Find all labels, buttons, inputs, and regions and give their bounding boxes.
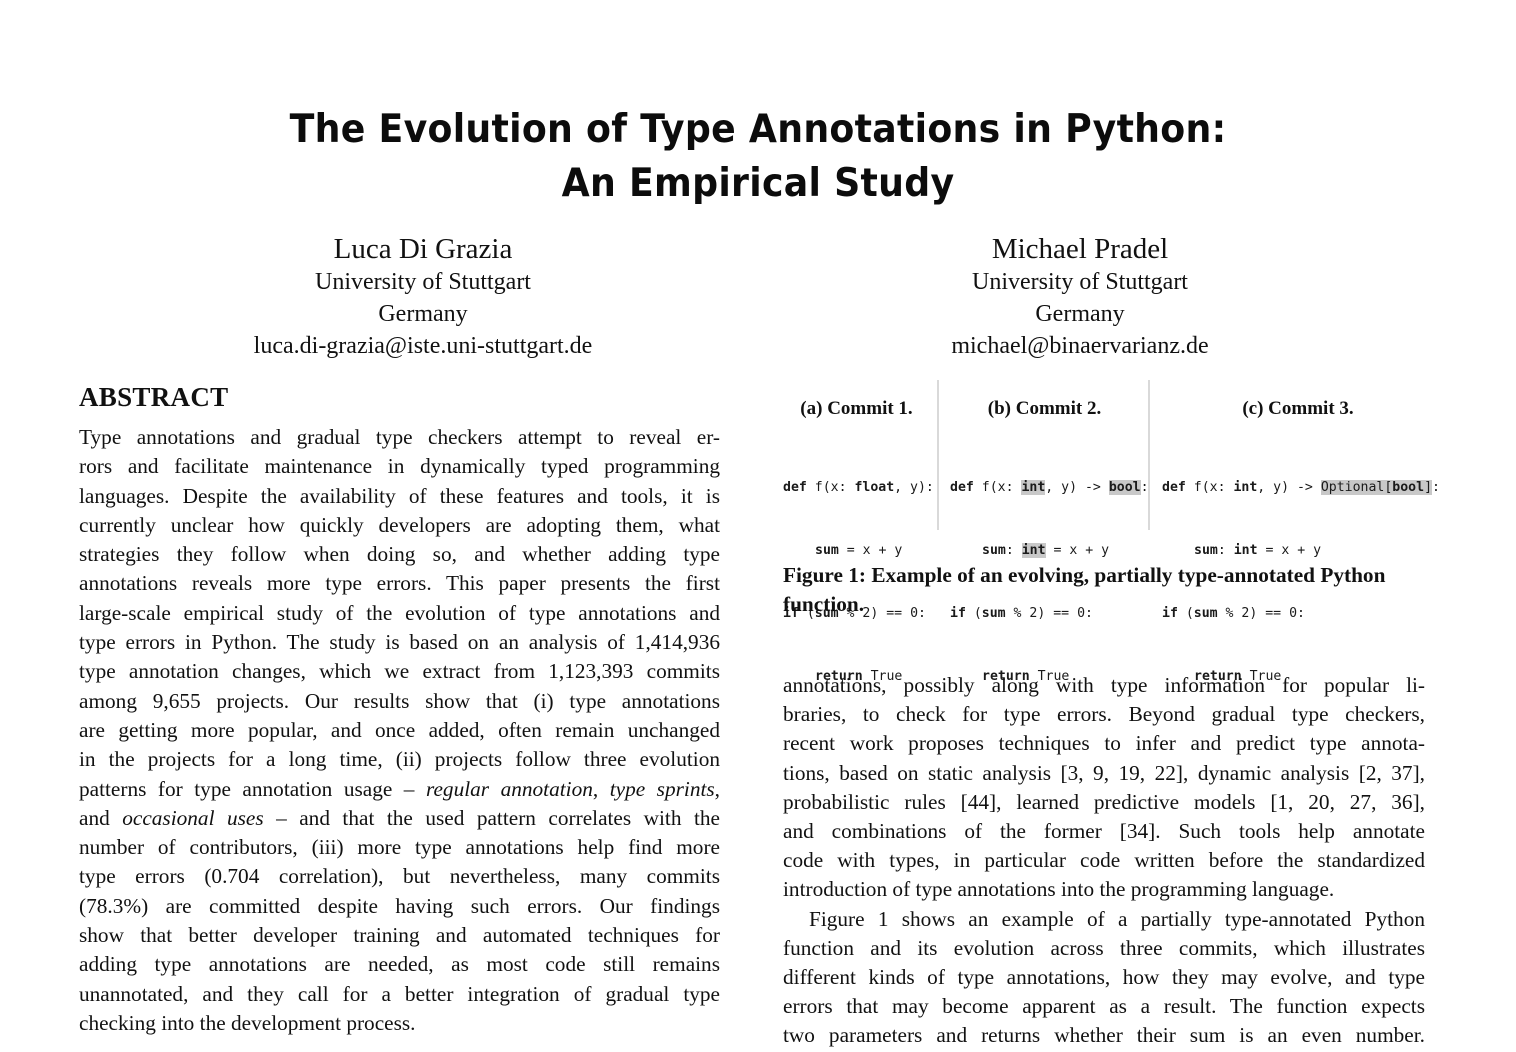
abstract-line: are getting more popular, and once added…: [79, 717, 720, 742]
figure-panel-commit-3: (c) Commit 3. def f(x: int, y) -> Option…: [1148, 380, 1446, 684]
code-line: sum = x + y: [783, 540, 934, 561]
code-line: def f(x: float, y):: [783, 477, 934, 498]
emphasis-term: regular annotation: [425, 776, 593, 801]
emphasis-term: type sprints: [609, 776, 715, 801]
body-line: function and its evolution across three …: [783, 935, 1425, 960]
author-email[interactable]: luca.di-grazia@iste.uni-stuttgart.de: [143, 330, 703, 362]
title-line-1: The Evolution of Type Annotations in Pyt…: [289, 107, 1227, 152]
abstract-line: (78.3%) are committed despite having suc…: [79, 893, 720, 918]
abstract-line: show that better developer training and …: [79, 923, 720, 948]
abstract-heading: ABSTRACT: [79, 382, 229, 412]
body-text: annotations, possibly along with type in…: [783, 671, 1425, 1051]
abstract-line: patterns for type annotation usage – reg…: [79, 775, 720, 804]
body-line: tions, based on static analysis [3, 9, 1…: [783, 760, 1425, 785]
body-line: errors that may become apparent as a res…: [783, 994, 1425, 1019]
abstract-line: number of contributors, (iii) more type …: [79, 835, 720, 860]
abstract-line: adding type annotations are needed, as m…: [79, 952, 720, 977]
code-text: = x + y: [1045, 543, 1110, 558]
code-type: bool: [1392, 480, 1425, 495]
text-run: ,: [592, 776, 610, 801]
figure-panel-commit-2: (b) Commit 2. def f(x: int, y) -> bool: …: [937, 380, 1150, 684]
code-line: sum: int = x + y: [1162, 540, 1440, 561]
body-line: annotations, possibly along with type in…: [783, 673, 1425, 697]
code-keyword: sum: [815, 543, 839, 558]
code-line: def f(x: int, y) -> Optional[bool]:: [1162, 477, 1440, 498]
code-line: sum: int = x + y: [950, 540, 1149, 561]
code-keyword: def: [783, 480, 807, 495]
author-country: Germany: [1035, 301, 1125, 327]
code-text: , y) ->: [1257, 480, 1321, 495]
author-block: Michael Pradel University of Stuttgart G…: [800, 232, 1360, 362]
body-line: recent work proposes techniques to infer…: [783, 731, 1425, 756]
abstract-line: strategies they follow when doing so, an…: [79, 542, 720, 567]
highlighted-type: bool: [1108, 480, 1141, 495]
abstract-line: large-scale empirical study of the evolu…: [79, 600, 720, 625]
abstract-line: languages. Despite the availability of t…: [79, 483, 720, 508]
author-affiliation: University of Stuttgart: [972, 269, 1188, 295]
abstract-line: type errors (0.704 correlation), but nev…: [79, 864, 720, 889]
figure-panel-commit-1: (a) Commit 1. def f(x: float, y): sum = …: [783, 380, 936, 684]
highlighted-type: int: [1021, 480, 1046, 495]
abstract-line: Type annotations and gradual type checke…: [79, 425, 720, 449]
text-run: – and that the used pattern correlates w…: [263, 805, 720, 830]
code-text: = x + y: [1257, 543, 1322, 558]
highlighted-type: int: [1021, 543, 1046, 558]
abstract-line: checking into the development process.: [79, 1010, 416, 1035]
body-line: two parameters and returns whether their…: [783, 1023, 1425, 1048]
author-affiliation: University of Stuttgart: [315, 269, 531, 295]
abstract-text: Type annotations and gradual type checke…: [79, 423, 720, 1038]
highlighted-type: Optional[bool]: [1320, 480, 1433, 495]
body-line: probabilistic rules [44], learned predic…: [783, 789, 1425, 814]
code-text: :: [1432, 480, 1440, 495]
body-line: code with types, in particular code writ…: [783, 848, 1425, 873]
text-run: and: [79, 805, 123, 830]
title-line-2: An Empirical Study: [561, 161, 955, 206]
code-text: , y):: [894, 480, 934, 495]
abstract-line: and occasional uses – and that the used …: [79, 804, 720, 833]
paper-title: The Evolution of Type Annotations in Pyt…: [53, 103, 1463, 211]
abstract-line: unannotated, and they call for a better …: [79, 981, 720, 1006]
abstract-line: currently unclear how quickly developers…: [79, 512, 720, 537]
code-text: :: [1217, 543, 1234, 558]
body-line: and combinations of the former [34]. Suc…: [783, 819, 1425, 844]
subfigure-label: (a) Commit 1.: [800, 398, 913, 419]
code-text: f(x:: [1185, 480, 1234, 495]
author-country: Germany: [378, 301, 468, 327]
code-keyword: def: [1162, 480, 1186, 495]
subfigure-label: (b) Commit 2.: [987, 398, 1102, 419]
code-line: def f(x: int, y) -> bool:: [950, 477, 1149, 498]
code-text: Optional[: [1320, 480, 1393, 495]
code-text: f(x:: [973, 480, 1022, 495]
code-keyword: sum: [982, 543, 1006, 558]
abstract-line: in the projects for a long time, (ii) pr…: [79, 747, 720, 772]
author-block: Luca Di Grazia University of Stuttgart G…: [143, 232, 703, 362]
body-line: introduction of type annotations into th…: [783, 877, 1335, 902]
abstract-line: rors and facilitate maintenance in dynam…: [79, 454, 720, 479]
code-type: int: [1233, 543, 1258, 558]
code-keyword: def: [950, 480, 974, 495]
code-text: :: [1005, 543, 1022, 558]
text-run: ,: [714, 776, 720, 801]
abstract-line: annotations reveals more type errors. Th…: [79, 571, 720, 596]
code-text: ]: [1424, 480, 1433, 495]
author-email[interactable]: michael@binaervarianz.de: [800, 330, 1360, 362]
code-type: int: [1233, 480, 1258, 495]
author-name: Luca Di Grazia: [333, 233, 513, 265]
body-line: Figure 1 shows an example of a partially…: [809, 906, 1425, 931]
code-text: = x + y: [838, 543, 903, 558]
code-type: float: [854, 480, 895, 495]
figure-caption: Figure 1: Example of an evolving, partia…: [783, 563, 1386, 616]
code-text: , y) ->: [1045, 480, 1109, 495]
subfigure-label: (c) Commit 3.: [1242, 398, 1354, 419]
body-line: braries, to check for type errors. Beyon…: [783, 702, 1425, 727]
abstract-line: type annotation changes, which we extrac…: [79, 659, 720, 684]
author-name: Michael Pradel: [991, 233, 1169, 265]
code-keyword: sum: [1194, 543, 1218, 558]
code-text: f(x:: [806, 480, 855, 495]
emphasis-term: occasional uses: [122, 805, 264, 830]
body-line: different kinds of type annotations, how…: [783, 965, 1425, 990]
abstract-line: among 9,655 projects. Our results show t…: [79, 688, 720, 713]
text-run: patterns for type annotation usage –: [79, 776, 426, 801]
abstract-line: type errors in Python. The study is base…: [79, 630, 720, 655]
